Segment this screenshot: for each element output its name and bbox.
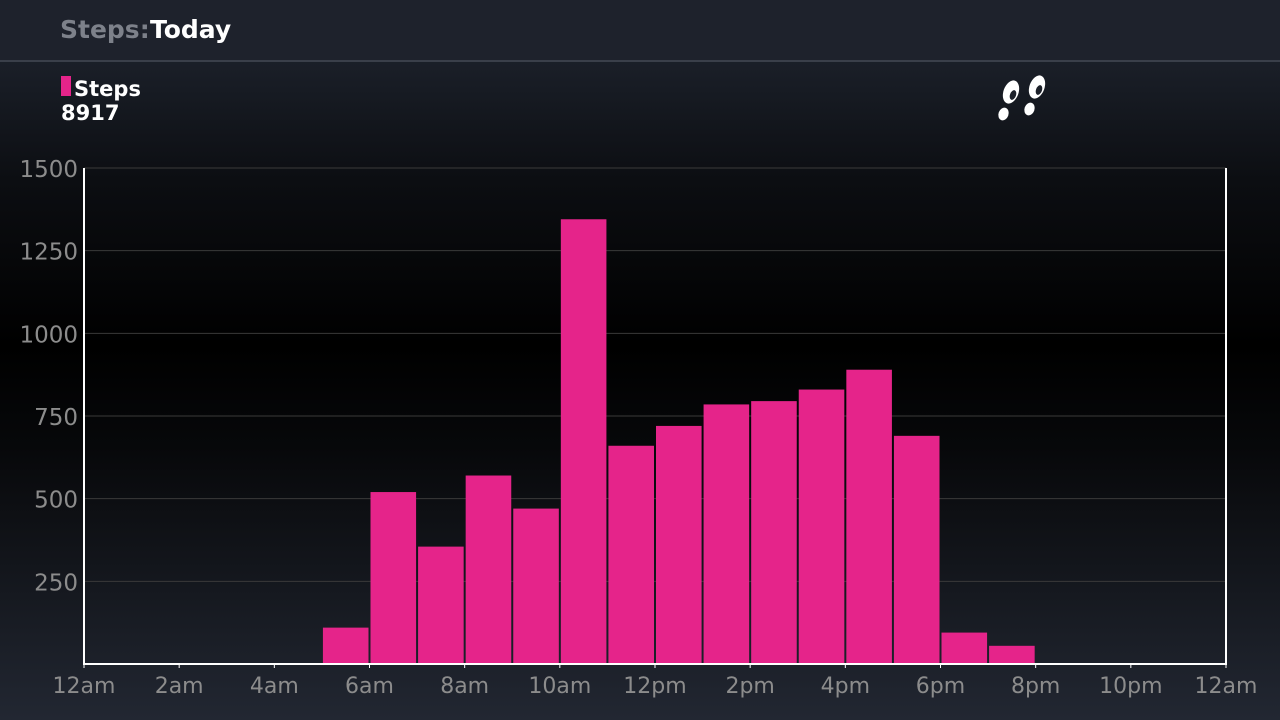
bar-hour-19 (989, 645, 1035, 664)
bar-hour-14 (751, 401, 797, 664)
y-tick-label: 1500 (19, 157, 78, 183)
x-tick-label: 4pm (821, 674, 870, 699)
y-tick-label: 500 (34, 488, 78, 514)
bar-hour-9 (513, 508, 559, 664)
y-tick-label: 1000 (19, 322, 78, 348)
bar-hour-17 (893, 435, 940, 664)
x-tick-label: 4am (250, 674, 299, 699)
x-tick-label: 12am (53, 674, 116, 699)
y-tick-label: 750 (34, 405, 78, 431)
bar-hour-15 (798, 389, 845, 664)
x-tick-label: 6am (345, 674, 394, 699)
x-tick-label: 6pm (916, 674, 965, 699)
bar-hour-18 (941, 632, 988, 664)
bar-hour-6 (370, 492, 417, 664)
x-tick-label: 12am (1195, 674, 1258, 699)
bar-hour-11 (608, 445, 654, 664)
bar-hour-16 (846, 369, 892, 664)
x-tick-label: 2pm (725, 674, 774, 699)
bar-hour-5 (322, 627, 369, 664)
x-tick-label: 8am (440, 674, 489, 699)
x-tick-label: 8pm (1011, 674, 1060, 699)
y-tick-label: 1250 (19, 240, 78, 266)
bar-hour-12 (656, 425, 702, 664)
y-tick-label: 250 (34, 570, 78, 596)
bar-hour-7 (418, 546, 464, 664)
bar-hour-10 (560, 219, 607, 664)
x-tick-label: 2am (155, 674, 204, 699)
steps-bar-chart: 250 500 750 1000 1250 1500 12am 2am 4am 6am 8am 10a… (19, 157, 1258, 699)
x-tick-label: 12pm (623, 674, 686, 699)
bar-hour-13 (703, 404, 750, 664)
bar-hour-8 (465, 475, 512, 664)
x-tick-label: 10am (528, 674, 591, 699)
x-tick-label: 10pm (1099, 674, 1162, 699)
